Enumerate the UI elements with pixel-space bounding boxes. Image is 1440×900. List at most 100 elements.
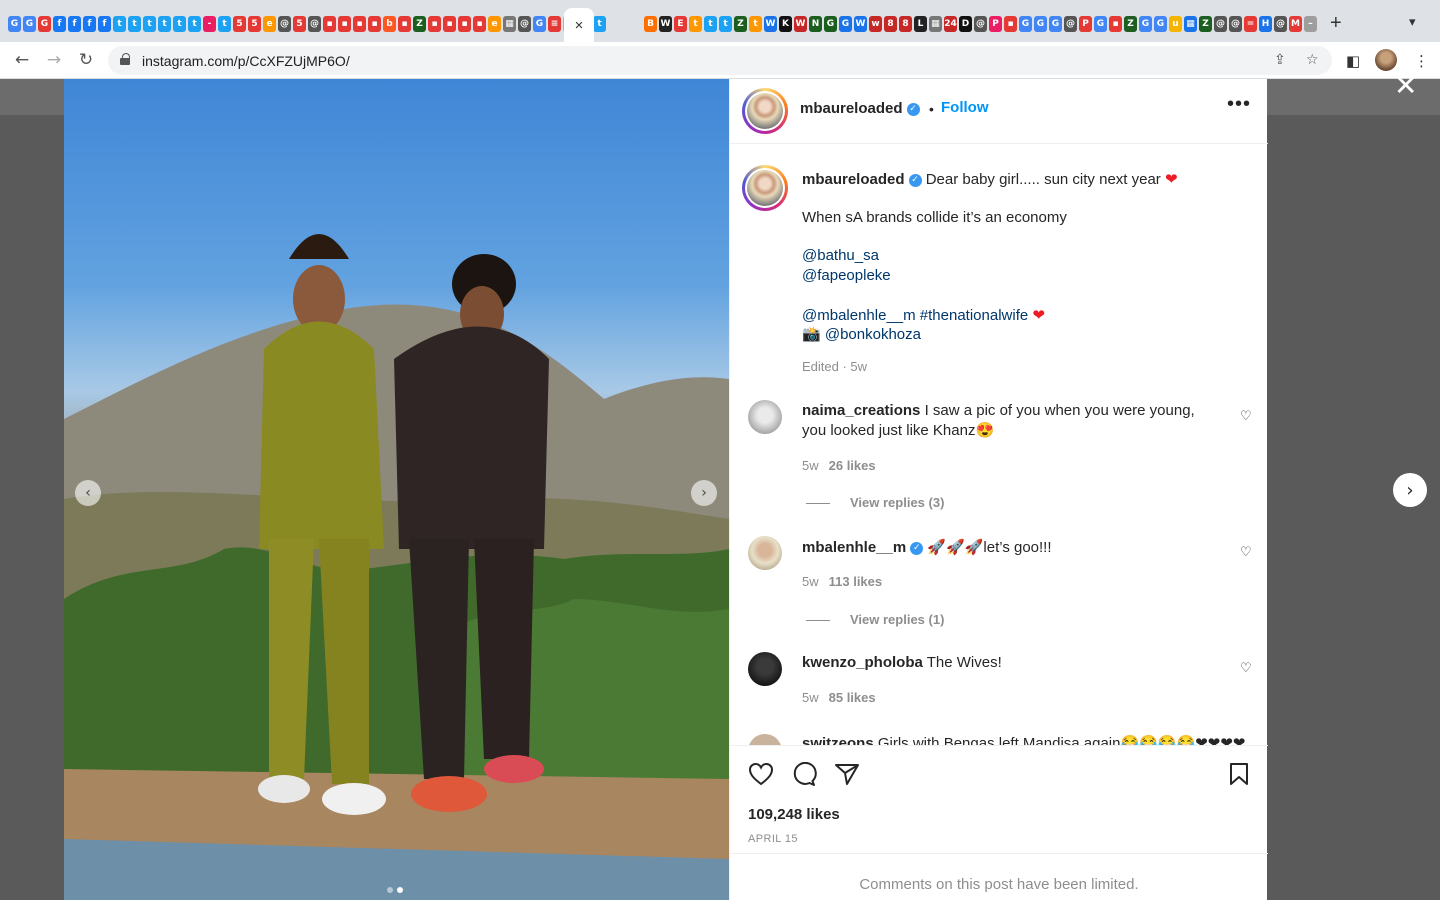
tab-favicon-icon[interactable]: Z <box>413 16 426 32</box>
tab-favicon-icon[interactable]: ▦ <box>1184 16 1197 32</box>
lock-icon[interactable] <box>120 53 130 65</box>
tab-favicon-icon[interactable]: W <box>764 16 777 32</box>
tab-favicon-icon[interactable]: ▪ <box>473 16 486 32</box>
commenter-username[interactable]: switzeons <box>802 735 874 745</box>
tab-favicon-icon[interactable]: Z <box>1124 16 1137 32</box>
tab-favicon-icon[interactable]: ▦ <box>503 16 516 32</box>
share-icon[interactable]: ⇪ <box>1274 52 1286 68</box>
tab-favicon-icon[interactable]: ▪ <box>353 16 366 32</box>
tab-favicon-icon[interactable]: B <box>644 16 657 32</box>
browser-menu-icon[interactable]: ⋮ <box>1414 52 1429 70</box>
tab-favicon-icon[interactable]: G <box>38 16 51 32</box>
tab-favicon-icon[interactable]: D <box>959 16 972 32</box>
mention-link[interactable]: @bathu_sa <box>802 247 879 264</box>
tab-favicon-icon[interactable]: N <box>809 16 822 32</box>
address-bar[interactable]: instagram.com/p/CcXFZUjMP6O/ ⇪ ☆ <box>108 46 1332 75</box>
author-username[interactable]: mbaureloaded ✓ <box>800 100 920 117</box>
commenter-username[interactable]: mbalenhle__m <box>802 539 906 556</box>
tab-favicon-icon[interactable]: G <box>1094 16 1107 32</box>
next-image-button[interactable]: › <box>691 480 717 506</box>
tab-favicon-icon[interactable]: @ <box>278 16 291 32</box>
tab-favicon-icon[interactable]: G <box>1139 16 1152 32</box>
tab-favicon-icon[interactable]: b <box>383 16 396 32</box>
post-photo[interactable]: ‹ › <box>64 79 729 900</box>
tab-favicon-icon[interactable]: w <box>869 16 882 32</box>
tab-favicon-icon[interactable]: ▪ <box>338 16 351 32</box>
author-avatar[interactable] <box>742 88 788 134</box>
tab-favicon-icon[interactable]: t <box>749 16 762 32</box>
tab-favicon-icon[interactable]: u <box>1169 16 1182 32</box>
mention-link[interactable]: @bonkokhoza <box>825 326 921 343</box>
tab-favicon-icon[interactable]: M <box>1289 16 1302 32</box>
tab-favicon-icon[interactable]: t <box>113 16 126 32</box>
like-heart-icon[interactable] <box>748 762 774 786</box>
follow-button[interactable]: Follow <box>941 99 989 116</box>
like-comment-heart-icon[interactable]: ♡ <box>1240 661 1252 676</box>
tab-favicon-icon[interactable]: 8 <box>899 16 912 32</box>
comments-scroll-area[interactable]: mbaureloaded ✓ Dear baby girl..... sun ci… <box>730 145 1268 745</box>
reload-icon[interactable]: ↻ <box>74 48 98 72</box>
tab-favicon-icon[interactable]: G <box>1019 16 1032 32</box>
tab-favicon-icon[interactable]: @ <box>1214 16 1227 32</box>
commenter-username[interactable]: kwenzo_pholoba <box>802 654 923 671</box>
tab-favicon-icon[interactable]: t <box>593 16 606 32</box>
tab-favicon-icon[interactable]: ▪ <box>1109 16 1122 32</box>
commenter-avatar[interactable] <box>748 536 782 570</box>
post-date[interactable]: APRIL 15 <box>748 833 798 845</box>
tab-favicon-icon[interactable]: G <box>1034 16 1047 32</box>
tab-favicon-icon[interactable]: f <box>98 16 111 32</box>
commenter-avatar[interactable] <box>748 734 782 745</box>
comment-likes[interactable]: 26 likes <box>829 458 876 473</box>
tab-favicon-icon[interactable]: K <box>779 16 792 32</box>
tab-favicon-icon[interactable]: Z <box>734 16 747 32</box>
back-arrow-icon[interactable]: ← <box>10 48 34 72</box>
tab-search-chevron-icon[interactable]: ▾ <box>1409 14 1416 30</box>
tab-favicon-icon[interactable]: = <box>1244 16 1257 32</box>
tab-favicon-row[interactable]: GGGfffftttttt-t55e@5@▪▪▪▪b▪Z▪▪▪▪e▦@G≡a@t… <box>8 16 1318 34</box>
tab-favicon-icon[interactable]: E <box>674 16 687 32</box>
tab-favicon-icon[interactable]: e <box>263 16 276 32</box>
tab-favicon-icon[interactable]: G <box>23 16 36 32</box>
tab-favicon-icon[interactable]: t <box>128 16 141 32</box>
tab-favicon-icon[interactable]: ≡ <box>548 16 561 32</box>
tab-favicon-icon[interactable]: G <box>1154 16 1167 32</box>
tab-favicon-icon[interactable]: t <box>158 16 171 32</box>
tab-favicon-icon[interactable]: t <box>719 16 732 32</box>
close-icon[interactable]: × <box>575 17 584 34</box>
tab-favicon-icon[interactable]: ▪ <box>443 16 456 32</box>
tab-favicon-icon[interactable]: t <box>173 16 186 32</box>
tab-favicon-icon[interactable]: W <box>794 16 807 32</box>
tab-favicon-icon[interactable]: ▪ <box>1004 16 1017 32</box>
close-modal-icon[interactable]: ✕ <box>1394 72 1417 100</box>
profile-avatar[interactable] <box>1375 49 1397 71</box>
mention-link[interactable]: @fapeopleke <box>802 267 891 284</box>
like-comment-heart-icon[interactable]: ♡ <box>1240 545 1252 560</box>
tab-favicon-icon[interactable]: t <box>704 16 717 32</box>
commenter-avatar[interactable] <box>748 400 782 434</box>
tab-favicon-icon[interactable]: G <box>533 16 546 32</box>
previous-image-button[interactable]: ‹ <box>75 480 101 506</box>
tab-favicon-icon[interactable]: ▦ <box>929 16 942 32</box>
tab-favicon-icon[interactable]: @ <box>1274 16 1287 32</box>
tab-favicon-icon[interactable]: Z <box>1199 16 1212 32</box>
tab-favicon-icon[interactable]: G <box>839 16 852 32</box>
sidebar-panel-icon[interactable]: ◧ <box>1346 52 1360 70</box>
tab-favicon-icon[interactable]: t <box>143 16 156 32</box>
post-like-count[interactable]: 109,248 likes <box>748 806 840 823</box>
tab-favicon-icon[interactable]: @ <box>974 16 987 32</box>
like-comment-heart-icon[interactable]: ♡ <box>1240 409 1252 424</box>
active-tab-close-button[interactable]: × <box>564 8 594 42</box>
bookmark-star-icon[interactable]: ☆ <box>1306 52 1319 68</box>
more-options-icon[interactable]: ••• <box>1227 93 1251 116</box>
url-text[interactable]: instagram.com/p/CcXFZUjMP6O/ <box>142 53 350 69</box>
comment-likes[interactable]: 113 likes <box>829 574 883 589</box>
commenter-username[interactable]: naima_creations <box>802 402 920 419</box>
view-replies-button[interactable]: View replies (1) <box>806 612 944 627</box>
tab-favicon-icon[interactable]: 24 <box>944 16 957 32</box>
caption-author-avatar[interactable] <box>742 165 788 211</box>
tab-favicon-icon[interactable]: @ <box>308 16 321 32</box>
tab-favicon-icon[interactable]: f <box>68 16 81 32</box>
tab-favicon-icon[interactable]: P <box>989 16 1002 32</box>
tab-favicon-icon[interactable]: ▪ <box>428 16 441 32</box>
tab-favicon-icon[interactable]: @ <box>518 16 531 32</box>
